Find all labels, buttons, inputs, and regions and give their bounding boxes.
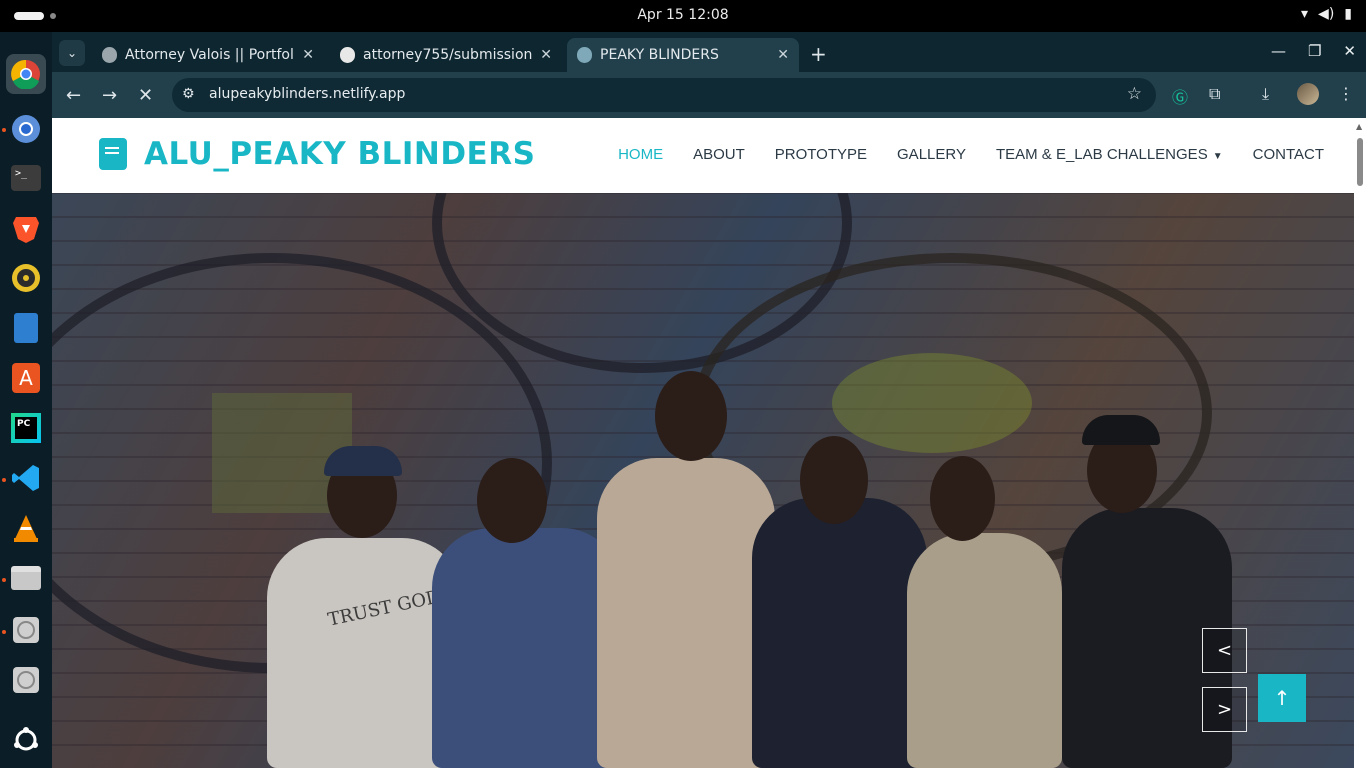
files-icon[interactable] (6, 558, 46, 598)
person-head (930, 456, 995, 541)
writer-icon[interactable] (6, 308, 46, 348)
site-logo[interactable]: ALU_PEAKY BLINDERS (144, 136, 535, 172)
person-head (477, 458, 547, 543)
system-tray[interactable]: ▾ ◀) ▮ (1301, 6, 1352, 22)
chevron-right-icon: > (1216, 699, 1233, 720)
minimize-icon[interactable]: — (1271, 42, 1286, 60)
back-to-top-button[interactable]: ↑ (1258, 674, 1306, 722)
tab-github-submission[interactable]: attorney755/submission_ ✕ (330, 38, 562, 72)
chrome-icon[interactable] (6, 54, 46, 94)
tab-peaky-blinders[interactable]: PEAKY BLINDERS ✕ (567, 38, 799, 72)
nav-gallery[interactable]: GALLERY (897, 146, 966, 163)
page-scrollbar[interactable]: ▲ (1354, 118, 1366, 768)
close-icon[interactable]: ✕ (777, 47, 789, 63)
person-head (800, 436, 868, 524)
window-controls: — ❐ ✕ (1271, 42, 1356, 60)
profile-avatar[interactable] (1297, 83, 1319, 105)
new-tab-button[interactable]: + (810, 42, 827, 66)
forward-icon[interactable]: → (102, 85, 117, 106)
app-center-icon[interactable]: A (6, 358, 46, 398)
hero-slider: TRUST GOD < > ↑ (52, 193, 1354, 768)
volume-icon: ◀) (1318, 6, 1335, 22)
disk-icon[interactable] (6, 660, 46, 700)
system-clock[interactable]: Apr 15 12:08 (0, 7, 1366, 23)
tab-strip: ⌄ Attorney Valois || Portfolio ✕ attorne… (52, 32, 1366, 72)
nav-team-challenges[interactable]: TEAM & E_LAB CHALLENGES ▼ (996, 146, 1223, 163)
extensions-icon[interactable]: ⧉ (1209, 84, 1220, 104)
scroll-up-icon[interactable]: ▲ (1356, 122, 1362, 131)
nav-about[interactable]: ABOUT (693, 146, 745, 163)
terminal-icon[interactable]: >_ (6, 158, 46, 198)
download-icon[interactable]: ⤓ (1262, 84, 1269, 104)
battery-icon: ▮ (1344, 6, 1352, 22)
person-photo (907, 533, 1062, 768)
arrow-up-icon: ↑ (1273, 686, 1291, 710)
person-cap (1082, 415, 1160, 445)
tab-search-button[interactable]: ⌄ (59, 40, 85, 66)
browser-window: ⌄ Attorney Valois || Portfolio ✕ attorne… (52, 32, 1366, 768)
pycharm-icon[interactable]: PC (6, 408, 46, 448)
rhythmbox-icon[interactable] (6, 258, 46, 298)
person-head (655, 371, 727, 461)
vlc-icon[interactable] (6, 508, 46, 548)
chevron-left-icon: < (1216, 640, 1233, 661)
address-bar[interactable]: ⚙ alupeakyblinders.netlify.app ☆ (172, 78, 1156, 112)
site-info-icon[interactable]: ⚙ (182, 86, 195, 102)
slider-next-button[interactable]: > (1202, 687, 1247, 732)
nav-home[interactable]: HOME (618, 146, 663, 163)
brave-icon[interactable] (6, 208, 46, 248)
close-icon[interactable]: ✕ (302, 47, 314, 63)
site-header: ALU_PEAKY BLINDERS HOME ABOUT PROTOTYPE … (52, 118, 1354, 193)
wifi-icon: ▾ (1301, 6, 1309, 22)
url-text[interactable]: alupeakyblinders.netlify.app (209, 86, 405, 102)
disk-icon[interactable] (6, 610, 46, 650)
chromium-icon[interactable] (6, 109, 46, 149)
person-photo (597, 458, 775, 768)
mural-block (832, 353, 1032, 453)
dock: >_ A PC (0, 32, 52, 768)
show-apps-icon[interactable] (6, 720, 46, 760)
maximize-icon[interactable]: ❐ (1308, 42, 1321, 60)
book-icon (99, 138, 127, 170)
browser-toolbar: ← → ✕ ⚙ alupeakyblinders.netlify.app ☆ Ⓖ… (52, 72, 1366, 118)
slider-prev-button[interactable]: < (1202, 628, 1247, 673)
vscode-icon[interactable] (6, 458, 46, 498)
web-page: ALU_PEAKY BLINDERS HOME ABOUT PROTOTYPE … (52, 118, 1354, 768)
tab-attorney-portfolio[interactable]: Attorney Valois || Portfolio ✕ (92, 38, 324, 72)
globe-icon (102, 47, 118, 63)
chevron-down-icon: ▼ (1212, 151, 1223, 162)
nav-prototype[interactable]: PROTOTYPE (775, 146, 867, 163)
person-cap (324, 446, 402, 476)
menu-icon[interactable]: ⋮ (1338, 84, 1354, 103)
scrollbar-thumb[interactable] (1357, 138, 1363, 186)
close-window-icon[interactable]: ✕ (1343, 42, 1356, 60)
github-icon (340, 47, 356, 63)
site-nav: HOME ABOUT PROTOTYPE GALLERY TEAM & E_LA… (618, 146, 1324, 163)
grammarly-icon[interactable]: Ⓖ (1172, 84, 1188, 108)
back-icon[interactable]: ← (66, 85, 81, 106)
person-photo (432, 528, 622, 768)
stop-loading-icon[interactable]: ✕ (138, 85, 153, 106)
loading-icon (577, 47, 593, 63)
close-icon[interactable]: ✕ (540, 47, 552, 63)
nav-contact[interactable]: CONTACT (1253, 146, 1324, 163)
bookmark-star-icon[interactable]: ☆ (1127, 84, 1142, 104)
person-photo (752, 498, 927, 768)
system-top-bar: Apr 15 12:08 ▾ ◀) ▮ (0, 0, 1366, 32)
